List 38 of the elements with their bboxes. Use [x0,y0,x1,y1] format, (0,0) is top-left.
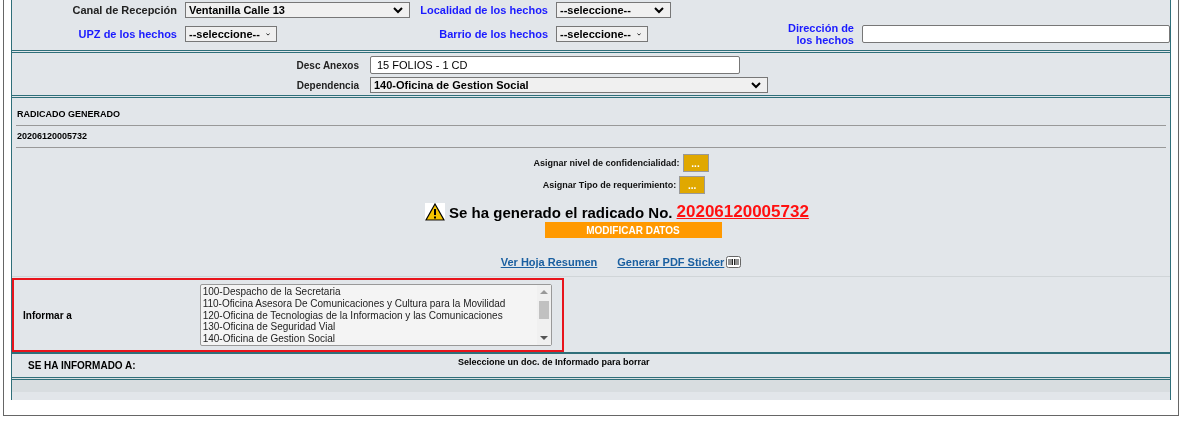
listbox-option[interactable]: 120-Oficina de Tecnologias de la Informacion y las Comunicaciones [202,309,535,322]
dropdown[interactable]: --seleccione-- [556,2,671,18]
warning-icon [425,203,446,221]
field-label: Localidad de los hechos [419,4,548,16]
assign-label: Asignar Tipo de requerimiento: [542,180,677,190]
chevron-down-icon [654,6,664,14]
dropdown[interactable]: --seleccione-- [556,26,648,42]
field-label: Dependencia [295,79,359,91]
chevron-down-icon [751,81,761,89]
barcode-icon[interactable] [726,256,742,268]
dropdown[interactable]: Ventanilla Calle 13 [185,2,410,18]
field-label: Dirección de los hechos [786,22,854,46]
field-label: Barrio de los hechos [438,28,548,40]
field-label: Canal de Recepción [71,4,177,16]
status-message: Se ha generado el radicado No. [449,203,673,221]
scrollbar[interactable] [537,285,551,345]
action-link[interactable]: Generar PDF Sticker [617,256,725,268]
department-listbox[interactable] [199,284,552,346]
listbox-option[interactable]: 130-Oficina de Seguridad Vial [202,321,535,334]
hint-text: Seleccione un doc. de Informado para borrar [458,357,650,369]
section-label: SE HA INFORMADO A: [27,360,137,371]
field-label: UPZ de los hechos [77,28,177,40]
section-heading: RADICADO GENERADO [16,104,1166,126]
listbox-option[interactable]: 100-Despacho de la Secretaria [202,286,535,298]
annex-description-field[interactable]: 15 FOLIOS - 1 CD [370,56,740,74]
assign-label: Asignar nivel de confidencialidad: [533,158,680,168]
chevron-down-icon [636,30,641,38]
field-label: Desc Anexos [295,59,359,71]
chevron-down-icon [393,6,403,14]
action-link[interactable]: Ver Hoja Resumen [500,256,598,268]
address-field[interactable] [862,25,1170,43]
radicado-number: 20206120005732 [16,126,1166,148]
listbox-option[interactable]: 110-Oficina Asesora De Comunicaciones y Cultura para la Movilidad [202,297,535,310]
dropdown[interactable]: --seleccione-- [185,26,277,42]
dropdown[interactable]: 140-Oficina de Gestion Social [370,77,768,93]
listbox-option[interactable]: 140-Oficina de Gestion Social [202,333,535,345]
chevron-down-icon [265,30,270,38]
field-label: Informar a [23,309,73,321]
